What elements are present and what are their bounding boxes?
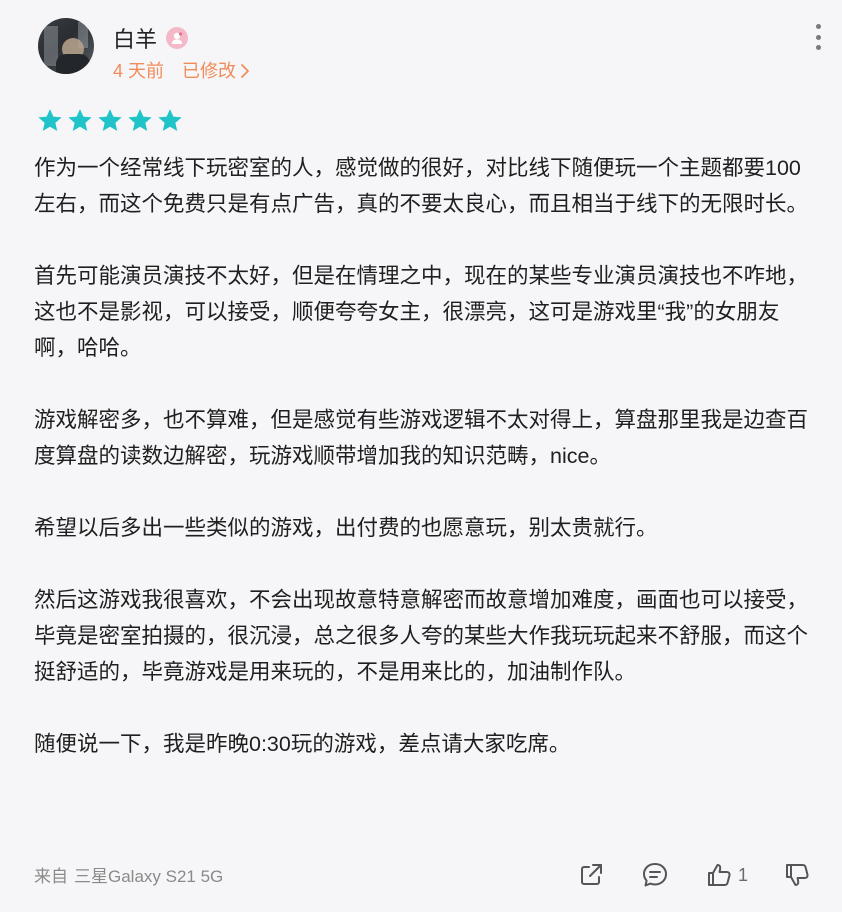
thumbs-up-icon bbox=[707, 864, 731, 886]
thumbs-down-icon bbox=[786, 864, 809, 886]
star-icon bbox=[158, 109, 182, 132]
device-source: 来自 三星Galaxy S21 5G bbox=[34, 866, 223, 888]
more-vertical-icon bbox=[815, 24, 821, 29]
star-icon bbox=[128, 109, 152, 132]
chevron-right-icon[interactable] bbox=[240, 63, 250, 79]
comment-button[interactable] bbox=[640, 860, 670, 890]
review-paragraph: 首先可能演员演技不太好，但是在情理之中，现在的某些专业演员演技也不咋地，这也不是… bbox=[34, 264, 809, 360]
review-card: 白羊 4 天前 已修改 作为一个经常线下玩密室的人，感觉做的很好，对比线下随便玩… bbox=[0, 0, 842, 912]
like-button[interactable]: 1 bbox=[704, 860, 748, 890]
review-paragraph: 作为一个经常线下玩密室的人，感觉做的很好，对比线下随便玩一个主题都要100左右，… bbox=[34, 156, 809, 216]
edited-link[interactable]: 已修改 bbox=[182, 60, 236, 82]
star-rating bbox=[36, 107, 184, 135]
dislike-button[interactable] bbox=[782, 860, 812, 890]
avatar[interactable] bbox=[38, 18, 94, 74]
review-paragraph: 然后这游戏我很喜欢，不会出现故意特意解密而故意增加难度，画面也可以接受，毕竟是密… bbox=[34, 588, 809, 684]
username[interactable]: 白羊 bbox=[113, 26, 157, 54]
comment-icon bbox=[642, 863, 667, 887]
star-icon bbox=[98, 109, 122, 132]
like-count: 1 bbox=[737, 864, 748, 885]
source-prefix: 来自 bbox=[34, 867, 68, 886]
share-icon bbox=[580, 864, 602, 885]
review-actions: 1 bbox=[542, 860, 812, 890]
more-options-button[interactable] bbox=[808, 24, 828, 50]
review-paragraph: 随便说一下，我是昨晚0:30玩的游戏，差点请大家吃席。 bbox=[34, 732, 571, 756]
user-badge-icon bbox=[166, 27, 188, 49]
share-button[interactable] bbox=[576, 860, 606, 890]
star-icon bbox=[38, 109, 62, 132]
device-name: 三星Galaxy S21 5G bbox=[74, 867, 224, 886]
review-meta: 4 天前 已修改 bbox=[113, 60, 250, 82]
star-icon bbox=[68, 109, 92, 132]
review-time: 4 天前 bbox=[113, 61, 165, 81]
review-body: 作为一个经常线下玩密室的人，感觉做的很好，对比线下随便玩一个主题都要100左右，… bbox=[34, 150, 814, 762]
review-paragraph: 游戏解密多，也不算难，但是感觉有些游戏逻辑不太对得上，算盘那里我是边查百度算盘的… bbox=[34, 408, 809, 468]
review-paragraph: 希望以后多出一些类似的游戏，出付费的也愿意玩，别太贵就行。 bbox=[34, 516, 658, 540]
